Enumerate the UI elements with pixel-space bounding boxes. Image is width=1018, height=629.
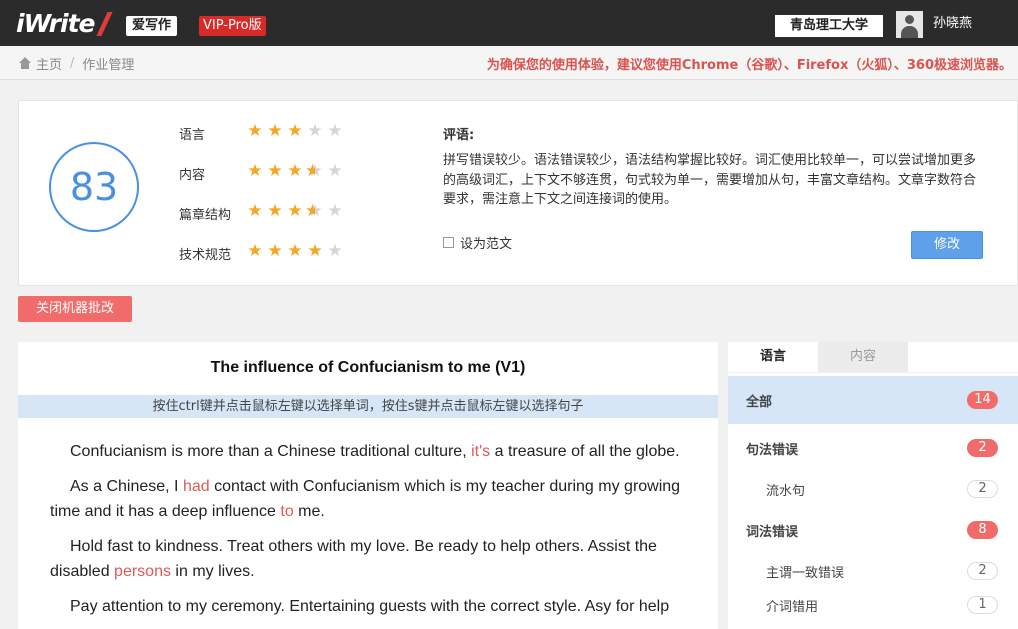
breadcrumb: 主页 / 作业管理	[18, 54, 134, 73]
star-icon: ★	[247, 201, 263, 221]
breadcrumb-bar: 主页 / 作业管理 为确保您的使用体验，建议您使用Chrome（谷歌）、Fire…	[0, 46, 1018, 80]
error-highlight[interactable]: persons	[114, 563, 171, 580]
error-highlight[interactable]: to	[280, 503, 293, 520]
edit-button[interactable]: 修改	[911, 231, 983, 259]
user-icon-body	[901, 26, 918, 38]
error-highlight[interactable]: had	[183, 478, 210, 495]
essay-paragraph[interactable]: As a Chinese, I had contact with Confuci…	[50, 474, 700, 524]
set-model-checkbox[interactable]: 设为范文	[443, 233, 512, 252]
star-rating: ★ ★ ★ ★ ★	[245, 121, 345, 141]
home-icon	[18, 57, 32, 70]
star-icon: ★	[307, 121, 323, 141]
error-count-badge: 2	[967, 480, 998, 498]
star-icon: ★	[327, 201, 343, 221]
rating-row-technical: 技术规范 ★ ★ ★ ★ ★	[179, 241, 359, 263]
star-rating: ★ ★ ★ ★ ★	[245, 161, 345, 181]
star-icon: ★	[287, 161, 303, 181]
essay-text: a treasure of all the globe.	[490, 443, 680, 460]
star-icon: ★	[305, 161, 325, 181]
star-icon: ★	[287, 201, 303, 221]
rating-label: 语言	[179, 128, 206, 143]
essay-text: Confucianism is more than a Chinese trad…	[70, 443, 472, 460]
star-icon: ★	[247, 161, 263, 181]
rating-row-content: 内容 ★ ★ ★ ★ ★	[179, 161, 359, 183]
essay-paragraph[interactable]: Hold fast to kindness. Treat others with…	[50, 534, 700, 584]
error-count-badge: 8	[967, 521, 998, 539]
error-category-label: 词法错误	[746, 525, 799, 540]
rating-row-language: 语言 ★ ★ ★ ★ ★	[179, 121, 359, 143]
comment-title: 评语:	[443, 128, 475, 143]
logo[interactable]: iWrite	[16, 8, 111, 38]
breadcrumb-current[interactable]: 作业管理	[82, 54, 134, 73]
star-icon: ★	[267, 121, 283, 141]
star-icon: ★	[267, 201, 283, 221]
username[interactable]: 孙晓燕	[933, 15, 972, 33]
star-icon: ★	[327, 241, 343, 261]
tab-divider	[728, 372, 1018, 373]
comment-text: 拼写错误较少。语法错误较少，语法结构掌握比较好。词汇使用比较单一，可以尝试增加更…	[443, 153, 977, 207]
star-rating: ★ ★ ★ ★ ★	[245, 241, 345, 261]
essay-text: Pay attention to my ceremony. Entertaini…	[70, 598, 670, 615]
tab-content[interactable]: 内容	[818, 342, 908, 372]
logo-slash-icon	[97, 10, 111, 36]
avatar[interactable]	[896, 11, 923, 38]
error-category-item[interactable]: 全部 14	[728, 376, 1018, 424]
error-category-label: 全部	[746, 395, 773, 410]
essay-text: me.	[293, 503, 325, 520]
error-count-badge: 1	[967, 596, 998, 614]
brand-label: 爱写作	[126, 16, 178, 36]
error-category-label: 主谓一致错误	[766, 566, 845, 581]
star-icon: ★	[305, 201, 325, 221]
school-name[interactable]: 青岛理工大学	[775, 15, 883, 37]
error-count-badge: 2	[967, 562, 998, 580]
score-value: 83	[49, 142, 139, 232]
error-sidebar: 语言 内容 全部 14 句法错误 2 流水句 2 词法错误 8 主谓一致错误 2 介词错用 1	[728, 342, 1018, 629]
star-icon: ★	[267, 161, 283, 181]
error-category-item[interactable]: 词法错误 8	[728, 506, 1018, 554]
error-category-item[interactable]: 句法错误 2	[728, 424, 1018, 472]
vip-badge: VIP-Pro版	[199, 16, 266, 36]
set-model-label: 设为范文	[460, 237, 513, 252]
error-category-label: 流水句	[766, 484, 806, 499]
error-count-badge: 2	[967, 439, 998, 457]
user-icon	[905, 15, 914, 24]
rating-row-structure: 篇章结构 ★ ★ ★ ★ ★	[179, 201, 359, 223]
tab-language[interactable]: 语言	[728, 342, 818, 372]
star-icon: ★	[287, 121, 303, 141]
breadcrumb-home[interactable]: 主页	[36, 54, 62, 73]
essay-panel: The influence of Confucianism to me (V1)…	[18, 342, 718, 629]
star-rating: ★ ★ ★ ★ ★	[245, 201, 345, 221]
essay-paragraph[interactable]: Pay attention to my ceremony. Entertaini…	[50, 594, 700, 619]
error-category-label: 句法错误	[746, 443, 799, 458]
error-category-item[interactable]: 流水句 2	[728, 472, 1018, 506]
essay-paragraph[interactable]: Confucianism is more than a Chinese trad…	[50, 439, 700, 464]
error-category-label: 介词错用	[766, 600, 819, 615]
essay-text: in my lives.	[170, 563, 255, 580]
rating-label: 篇章结构	[179, 208, 232, 223]
close-machine-review-button[interactable]: 关闭机器批改	[18, 296, 132, 322]
selection-hint: 按住ctrl键并点击鼠标左键以选择单词，按住s键并点击鼠标左键以选择句子	[18, 395, 718, 418]
logo-text: iWrite	[16, 8, 95, 38]
star-icon: ★	[327, 161, 343, 181]
rating-label: 内容	[179, 168, 206, 183]
star-icon: ★	[287, 241, 303, 261]
error-count-badge: 14	[967, 391, 998, 409]
breadcrumb-separator: /	[70, 56, 75, 71]
star-icon: ★	[247, 241, 263, 261]
essay-text: As a Chinese, I	[70, 478, 183, 495]
checkbox-icon[interactable]	[443, 237, 454, 248]
error-highlight[interactable]: it's	[471, 443, 490, 460]
error-category-item[interactable]: 介词错用 1	[728, 588, 1018, 622]
star-icon: ★	[267, 241, 283, 261]
star-icon: ★	[327, 121, 343, 141]
score-panel: 83 语言 ★★★★★ 内容 ★★★★★ 篇章结构 ★★★★★ 技术规范 ★★★…	[18, 100, 1018, 286]
star-icon: ★	[307, 241, 323, 261]
error-category-item[interactable]: 主谓一致错误 2	[728, 554, 1018, 588]
rating-label: 技术规范	[179, 248, 232, 263]
essay-title: The influence of Confucianism to me (V1)	[210, 359, 526, 376]
star-icon: ★	[247, 121, 263, 141]
top-navbar: iWrite 爱写作 VIP-Pro版 青岛理工大学 孙晓燕	[0, 0, 1018, 46]
browser-notice: 为确保您的使用体验，建议您使用Chrome（谷歌）、Firefox（火狐）、36…	[486, 58, 1012, 73]
